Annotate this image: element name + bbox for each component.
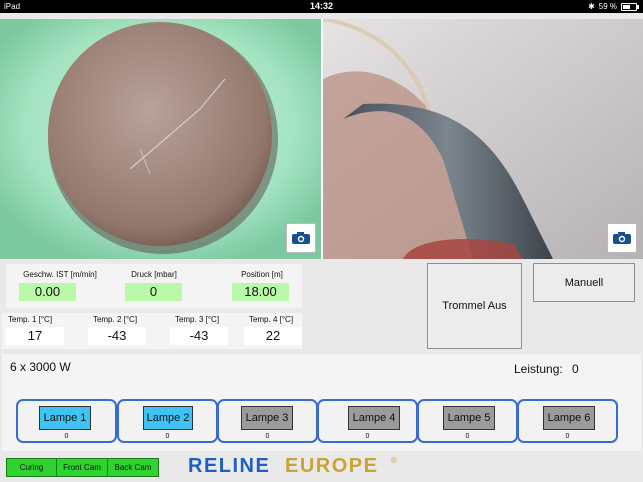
- temp4-label: Temp. 4 [°C]: [248, 315, 294, 324]
- temperature-panel: Temp. 1 [°C] 17 Temp. 2 [°C] -43 Temp. 3…: [2, 313, 302, 349]
- lamp-card-4: Lampe 4 0: [317, 399, 418, 443]
- svg-text:EUROPE: EUROPE: [285, 455, 378, 477]
- lamp-6-button[interactable]: Lampe 6: [543, 406, 595, 430]
- battery-percent: 59 %: [598, 2, 617, 11]
- lamp-4-value: 0: [365, 433, 370, 440]
- temp1-label: Temp. 1 [°C]: [7, 315, 53, 324]
- front-camera-feed: [0, 19, 321, 259]
- back-camera-feed: [323, 19, 643, 259]
- front-camera-photo-button[interactable]: [286, 223, 316, 253]
- lamp-5-value: 0: [465, 433, 470, 440]
- temp3-value: -43: [170, 327, 228, 345]
- camera-icon: [613, 232, 631, 244]
- lamp-card-6: Lampe 6 0: [517, 399, 618, 443]
- lamp-card-5: Lampe 5 0: [417, 399, 518, 443]
- tab-curing[interactable]: Curing: [6, 458, 57, 477]
- status-bar: iPad 14:32 ✱ 59 %: [0, 0, 643, 13]
- svg-text:®: ®: [391, 456, 397, 465]
- lamp-5-button[interactable]: Lampe 5: [443, 406, 495, 430]
- leistung-value: 0: [572, 362, 579, 376]
- temp1-value: 17: [6, 327, 64, 345]
- svg-text:RELINE: RELINE: [188, 455, 270, 477]
- position-label: Position [m]: [241, 270, 283, 279]
- temp2-label: Temp. 2 [°C]: [92, 315, 138, 324]
- trommel-button[interactable]: Trommel Aus: [427, 263, 522, 349]
- temp2-value: -43: [88, 327, 146, 345]
- status-right: ✱ 59 %: [588, 2, 639, 11]
- speed-label: Geschw. IST [m/min]: [23, 270, 97, 279]
- lamp-config: 6 x 3000 W: [10, 360, 71, 374]
- clock: 14:32: [309, 1, 334, 11]
- pressure-label: Druck [mbar]: [131, 270, 177, 279]
- lamp-4-button[interactable]: Lampe 4: [348, 406, 400, 430]
- lamp-1-button[interactable]: Lampe 1: [39, 406, 91, 430]
- position-value: 18.00: [232, 283, 289, 301]
- tab-back-cam[interactable]: Back Cam: [107, 458, 159, 477]
- lamp-2-button[interactable]: Lampe 2: [143, 406, 193, 430]
- lamp-2-value: 0: [165, 433, 170, 440]
- temp4-value: 22: [244, 327, 302, 345]
- pressure-value: 0: [125, 283, 182, 301]
- logo-image: RELINE EUROPE ®: [188, 455, 397, 477]
- lamp-3-button[interactable]: Lampe 3: [241, 406, 293, 430]
- manuell-button[interactable]: Manuell: [533, 263, 635, 302]
- measurements-panel: Geschw. IST [m/min] 0.00 Druck [mbar] 0 …: [6, 264, 302, 308]
- temp3-label: Temp. 3 [°C]: [174, 315, 220, 324]
- lamp-card-2: Lampe 2 0: [117, 399, 218, 443]
- speed-value: 0.00: [19, 283, 76, 301]
- camera-icon: [292, 232, 310, 244]
- lamp-3-value: 0: [265, 433, 270, 440]
- battery-icon: [621, 2, 639, 11]
- reline-europe-logo: RELINE EUROPE ®: [188, 453, 402, 477]
- leistung-label: Leistung:: [514, 362, 563, 376]
- lamp-6-value: 0: [565, 433, 570, 440]
- back-camera-image: [323, 19, 643, 259]
- back-camera-photo-button[interactable]: [607, 223, 637, 253]
- lamp-card-3: Lampe 3 0: [217, 399, 318, 443]
- bluetooth-icon: ✱: [588, 2, 595, 11]
- tab-front-cam[interactable]: Front Cam: [56, 458, 108, 477]
- lamp-1-value: 0: [64, 433, 69, 440]
- front-camera-image: [0, 19, 321, 259]
- lamp-card-1: Lampe 1 0: [16, 399, 117, 443]
